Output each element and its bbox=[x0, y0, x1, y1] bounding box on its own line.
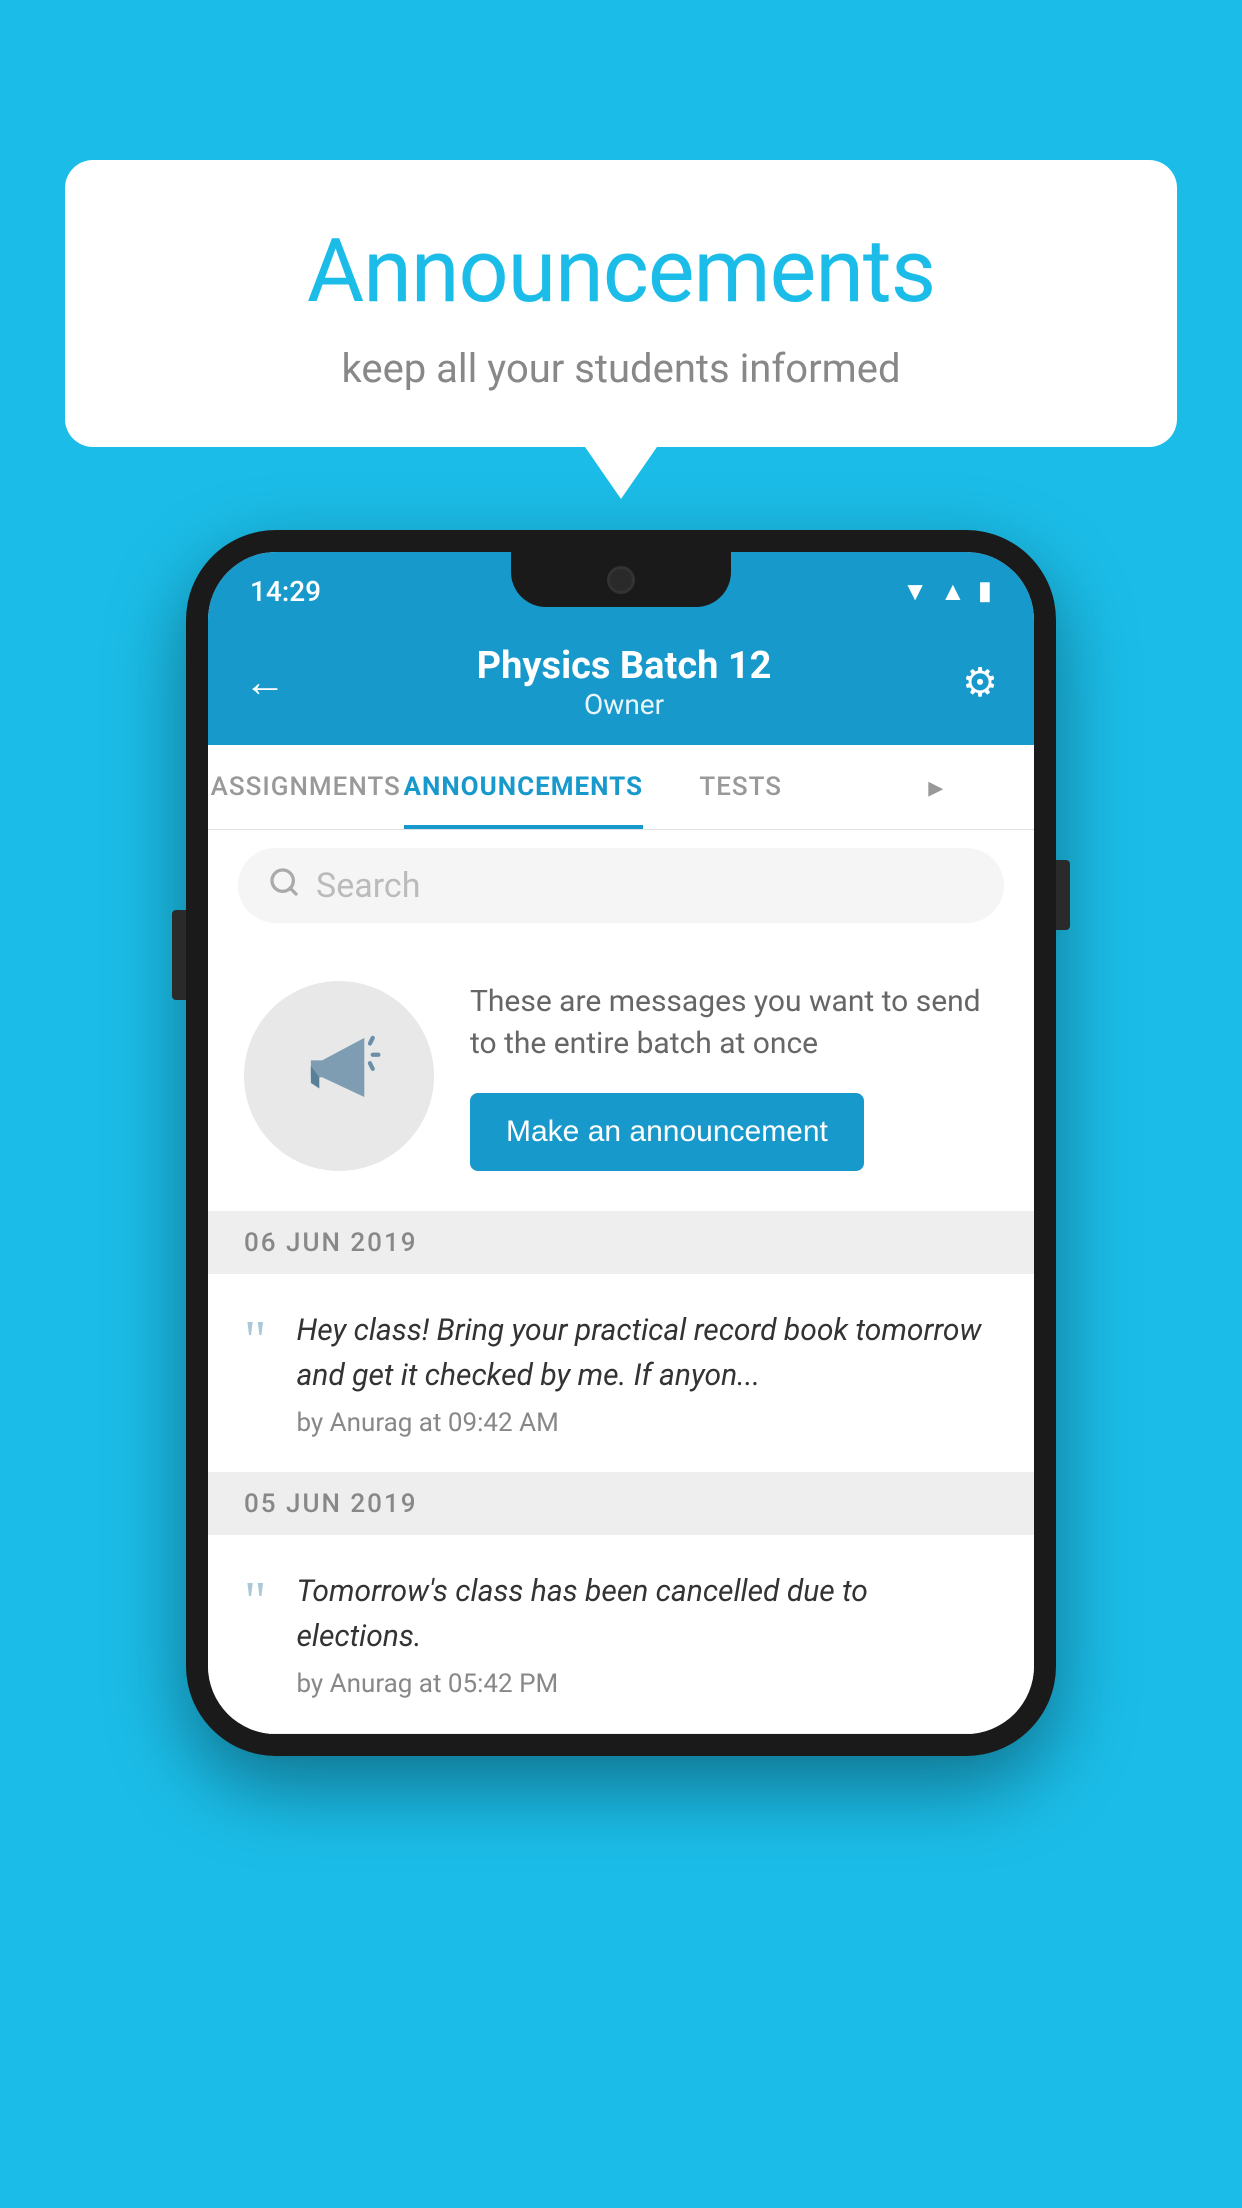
front-camera bbox=[607, 566, 635, 594]
power-button bbox=[1056, 860, 1070, 930]
make-announcement-button[interactable]: Make an announcement bbox=[470, 1093, 864, 1171]
announcement-content-2: Tomorrow's class has been cancelled due … bbox=[296, 1569, 998, 1699]
background: Announcements keep all your students inf… bbox=[0, 0, 1242, 2208]
tab-assignments[interactable]: ASSIGNMENTS bbox=[208, 745, 404, 829]
header-title-area: Physics Batch 12 Owner bbox=[477, 644, 772, 721]
promo-content: These are messages you want to send to t… bbox=[470, 981, 998, 1171]
date-divider-june6: 06 JUN 2019 bbox=[208, 1212, 1034, 1274]
battery-icon: ▮ bbox=[978, 576, 992, 606]
settings-button[interactable]: ⚙ bbox=[962, 659, 998, 706]
date-divider-june5: 05 JUN 2019 bbox=[208, 1473, 1034, 1535]
app-header: ← Physics Batch 12 Owner ⚙ bbox=[208, 620, 1034, 745]
volume-button bbox=[172, 910, 186, 1000]
announcement-item-2[interactable]: " Tomorrow's class has been cancelled du… bbox=[208, 1535, 1034, 1734]
bubble-title: Announcements bbox=[115, 220, 1127, 323]
search-icon bbox=[268, 866, 300, 906]
back-button[interactable]: ← bbox=[244, 658, 286, 707]
quote-icon-2: " bbox=[244, 1573, 266, 1628]
promo-area: These are messages you want to send to t… bbox=[208, 941, 1034, 1212]
megaphone-icon-circle bbox=[244, 981, 434, 1171]
speech-bubble-container: Announcements keep all your students inf… bbox=[65, 160, 1177, 447]
header-title: Physics Batch 12 bbox=[477, 644, 772, 688]
quote-icon-1: " bbox=[244, 1312, 266, 1367]
tab-more[interactable]: ▸ bbox=[838, 745, 1034, 829]
signal-icon: ▲ bbox=[940, 576, 966, 607]
status-icons: ▼ ▲ ▮ bbox=[902, 576, 992, 607]
phone-notch bbox=[511, 552, 731, 607]
tab-announcements[interactable]: ANNOUNCEMENTS bbox=[404, 745, 643, 829]
promo-description: These are messages you want to send to t… bbox=[470, 981, 998, 1065]
tab-tests[interactable]: TESTS bbox=[643, 745, 839, 829]
announcement-item-1[interactable]: " Hey class! Bring your practical record… bbox=[208, 1274, 1034, 1473]
header-subtitle: Owner bbox=[477, 688, 772, 721]
announcement-text-1: Hey class! Bring your practical record b… bbox=[296, 1308, 998, 1398]
megaphone-icon bbox=[294, 1021, 384, 1131]
search-box[interactable]: Search bbox=[238, 848, 1004, 923]
tabs-bar: ASSIGNMENTS ANNOUNCEMENTS TESTS ▸ bbox=[208, 745, 1034, 830]
bubble-subtitle: keep all your students informed bbox=[115, 345, 1127, 392]
speech-bubble: Announcements keep all your students inf… bbox=[65, 160, 1177, 447]
announcement-content-1: Hey class! Bring your practical record b… bbox=[296, 1308, 998, 1438]
search-placeholder: Search bbox=[316, 866, 420, 906]
status-time: 14:29 bbox=[250, 575, 321, 608]
phone-screen: 14:29 ▼ ▲ ▮ ← Physics Batch 12 Owner ⚙ bbox=[208, 552, 1034, 1734]
wifi-icon: ▼ bbox=[902, 576, 928, 607]
announcement-text-2: Tomorrow's class has been cancelled due … bbox=[296, 1569, 998, 1659]
announcement-meta-1: by Anurag at 09:42 AM bbox=[296, 1408, 998, 1438]
announcement-meta-2: by Anurag at 05:42 PM bbox=[296, 1669, 998, 1699]
phone-mockup: 14:29 ▼ ▲ ▮ ← Physics Batch 12 Owner ⚙ bbox=[186, 530, 1056, 1756]
phone-outer: 14:29 ▼ ▲ ▮ ← Physics Batch 12 Owner ⚙ bbox=[186, 530, 1056, 1756]
search-container: Search bbox=[208, 830, 1034, 941]
